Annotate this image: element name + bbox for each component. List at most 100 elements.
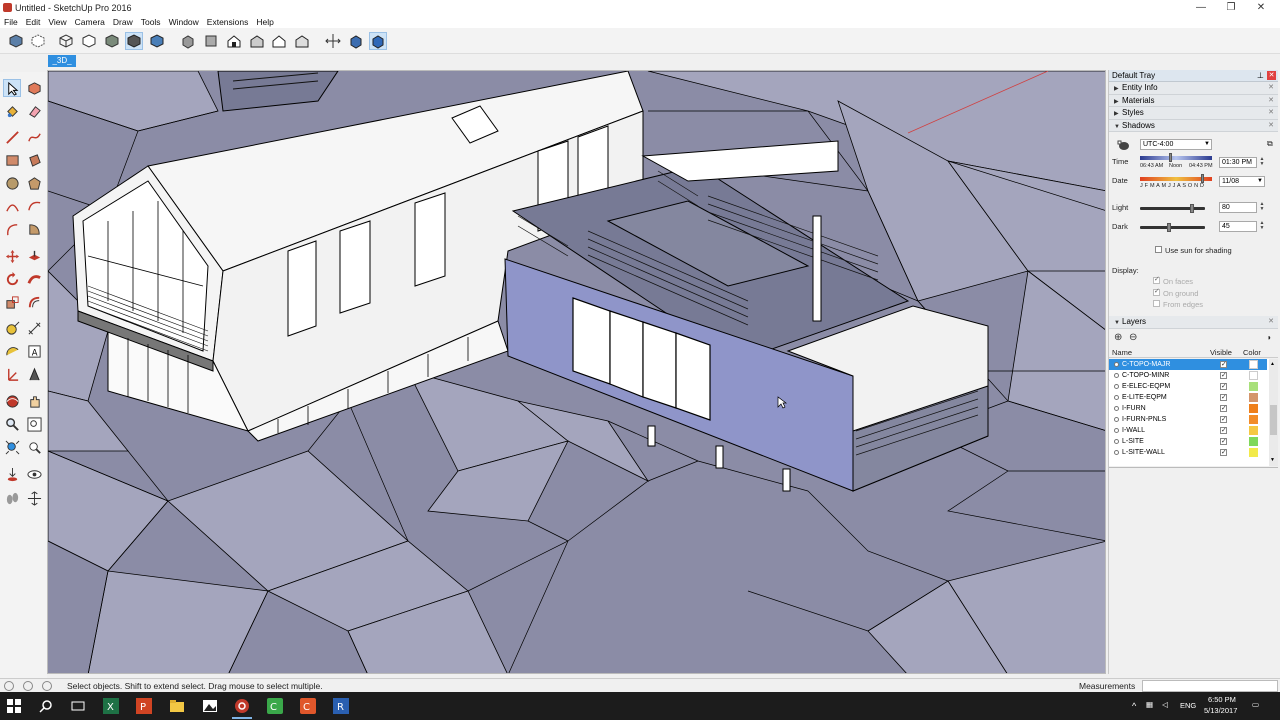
excel-icon[interactable]: X: [101, 696, 121, 716]
active-layer-radio[interactable]: [1114, 439, 1119, 444]
display-section-planes-icon[interactable]: [347, 32, 365, 50]
credits-icon[interactable]: [23, 681, 33, 691]
dark-slider-thumb[interactable]: [1167, 223, 1172, 232]
layer-row[interactable]: I-FURN-PNLS: [1109, 414, 1267, 425]
tape-measure-icon[interactable]: [3, 319, 21, 337]
model-viewport[interactable]: [47, 70, 1106, 674]
close-button[interactable]: ✕: [1246, 1, 1276, 15]
look-around-icon[interactable]: [25, 465, 43, 483]
menu-camera[interactable]: Camera: [71, 16, 109, 28]
layers-scrollbar[interactable]: ▲ ▼: [1269, 359, 1278, 466]
layer-color-swatch[interactable]: [1249, 426, 1258, 435]
panel-close-icon[interactable]: ✕: [1268, 82, 1274, 94]
menu-view[interactable]: View: [44, 16, 70, 28]
panel-layers[interactable]: ▼ Layers ✕: [1109, 316, 1278, 329]
scene-tab-3d[interactable]: _3D_: [48, 55, 76, 67]
protractor-icon[interactable]: [3, 342, 21, 360]
tray-close-icon[interactable]: ✕: [1267, 71, 1276, 80]
scale-icon[interactable]: [3, 293, 21, 311]
from-edges-checkbox[interactable]: [1153, 300, 1160, 307]
offset-icon[interactable]: [25, 293, 43, 311]
previous-view-icon[interactable]: [25, 438, 43, 456]
on-faces-checkbox[interactable]: [1153, 275, 1160, 284]
text-tool-icon[interactable]: A: [25, 342, 43, 360]
front-view-icon[interactable]: [225, 32, 243, 50]
camtasia-recorder-icon[interactable]: C: [265, 696, 285, 716]
move-icon[interactable]: [3, 247, 21, 265]
line-tool-icon[interactable]: [3, 128, 21, 146]
layer-visible-checkbox[interactable]: [1220, 414, 1227, 425]
select-arrow-icon[interactable]: [3, 79, 21, 97]
layer-visible-checkbox[interactable]: [1220, 447, 1227, 458]
menu-extensions[interactable]: Extensions: [203, 16, 253, 28]
pie-icon[interactable]: [25, 220, 43, 238]
photos-icon[interactable]: [200, 696, 220, 716]
zoom-window-icon[interactable]: [25, 415, 43, 433]
clock-date[interactable]: 5/13/2017: [1204, 706, 1237, 715]
shadow-toggle-icon[interactable]: [1117, 140, 1131, 151]
layer-row[interactable]: E-ELEC-EQPM: [1109, 381, 1267, 392]
user-icon[interactable]: [42, 681, 52, 691]
date-input[interactable]: 11/08 ▼: [1219, 176, 1265, 187]
axes-icon[interactable]: [3, 365, 21, 383]
menu-help[interactable]: Help: [252, 16, 277, 28]
push-pull-icon[interactable]: [25, 247, 43, 265]
position-camera-icon[interactable]: [3, 465, 21, 483]
panel-materials[interactable]: ▶ Materials ✕: [1109, 94, 1278, 107]
panel-close-icon[interactable]: ✕: [1268, 316, 1274, 328]
minimize-button[interactable]: —: [1186, 1, 1216, 15]
pan-icon[interactable]: [25, 392, 43, 410]
light-spinner[interactable]: ▲ ▼: [1258, 202, 1266, 213]
active-layer-radio[interactable]: [1114, 428, 1119, 433]
light-slider-thumb[interactable]: [1190, 204, 1194, 213]
layer-visible-checkbox[interactable]: [1220, 425, 1227, 436]
layers-col-color[interactable]: Color: [1243, 348, 1261, 357]
three-point-arc-icon[interactable]: [3, 220, 21, 238]
active-layer-radio[interactable]: [1114, 384, 1119, 389]
wireframe-style-icon[interactable]: [57, 32, 75, 50]
layer-color-swatch[interactable]: [1249, 404, 1258, 413]
eraser-icon[interactable]: [25, 102, 43, 120]
active-layer-radio[interactable]: [1114, 373, 1119, 378]
pin-icon[interactable]: ⊥: [1257, 70, 1264, 82]
network-icon[interactable]: ▦: [1146, 700, 1153, 709]
paint-bucket-icon[interactable]: [3, 102, 21, 120]
timezone-select[interactable]: UTC-4:00 ▼: [1140, 139, 1212, 150]
camtasia-studio-icon[interactable]: C: [298, 696, 318, 716]
active-layer-radio[interactable]: [1114, 395, 1119, 400]
active-layer-radio[interactable]: [1114, 362, 1119, 367]
notifications-icon[interactable]: ▭: [1252, 700, 1259, 709]
powerpoint-icon[interactable]: P: [134, 696, 154, 716]
search-icon[interactable]: [36, 696, 56, 716]
rectangle-icon[interactable]: [3, 151, 21, 169]
menu-edit[interactable]: Edit: [22, 16, 45, 28]
section-plane-icon[interactable]: [324, 32, 342, 50]
section-plane-tool-icon[interactable]: [25, 489, 43, 507]
layer-visible-checkbox[interactable]: [1220, 436, 1227, 447]
layer-color-swatch[interactable]: [1249, 360, 1258, 369]
show-hidden-icons-icon[interactable]: ^: [1132, 701, 1136, 711]
right-view-icon[interactable]: [248, 32, 266, 50]
polygon-icon[interactable]: [25, 174, 43, 192]
layers-col-visible[interactable]: Visible: [1210, 348, 1232, 357]
layer-visible-checkbox[interactable]: [1220, 392, 1227, 403]
time-slider-thumb[interactable]: [1169, 153, 1172, 162]
sketchup-taskbar-icon[interactable]: [232, 696, 252, 719]
layer-visible-checkbox[interactable]: [1220, 381, 1227, 392]
light-input[interactable]: 80: [1219, 202, 1257, 213]
back-edges-style-icon[interactable]: [29, 32, 47, 50]
make-component-icon[interactable]: [25, 79, 43, 97]
layer-color-swatch[interactable]: [1249, 382, 1258, 391]
dark-slider-track[interactable]: [1140, 226, 1205, 229]
orbit-icon[interactable]: [3, 392, 21, 410]
layer-row[interactable]: I-WALL: [1109, 425, 1267, 436]
follow-me-icon[interactable]: [25, 270, 43, 288]
arc-icon[interactable]: [3, 197, 21, 215]
panel-close-icon[interactable]: ✕: [1268, 95, 1274, 107]
clock-time[interactable]: 6:50 PM: [1208, 695, 1236, 704]
scroll-up-icon[interactable]: ▲: [1270, 361, 1275, 367]
left-view-icon[interactable]: [293, 32, 311, 50]
layer-row[interactable]: L-SITE-WALL: [1109, 447, 1267, 458]
layer-row[interactable]: L-SITE: [1109, 436, 1267, 447]
language-indicator[interactable]: ENG: [1180, 701, 1196, 710]
